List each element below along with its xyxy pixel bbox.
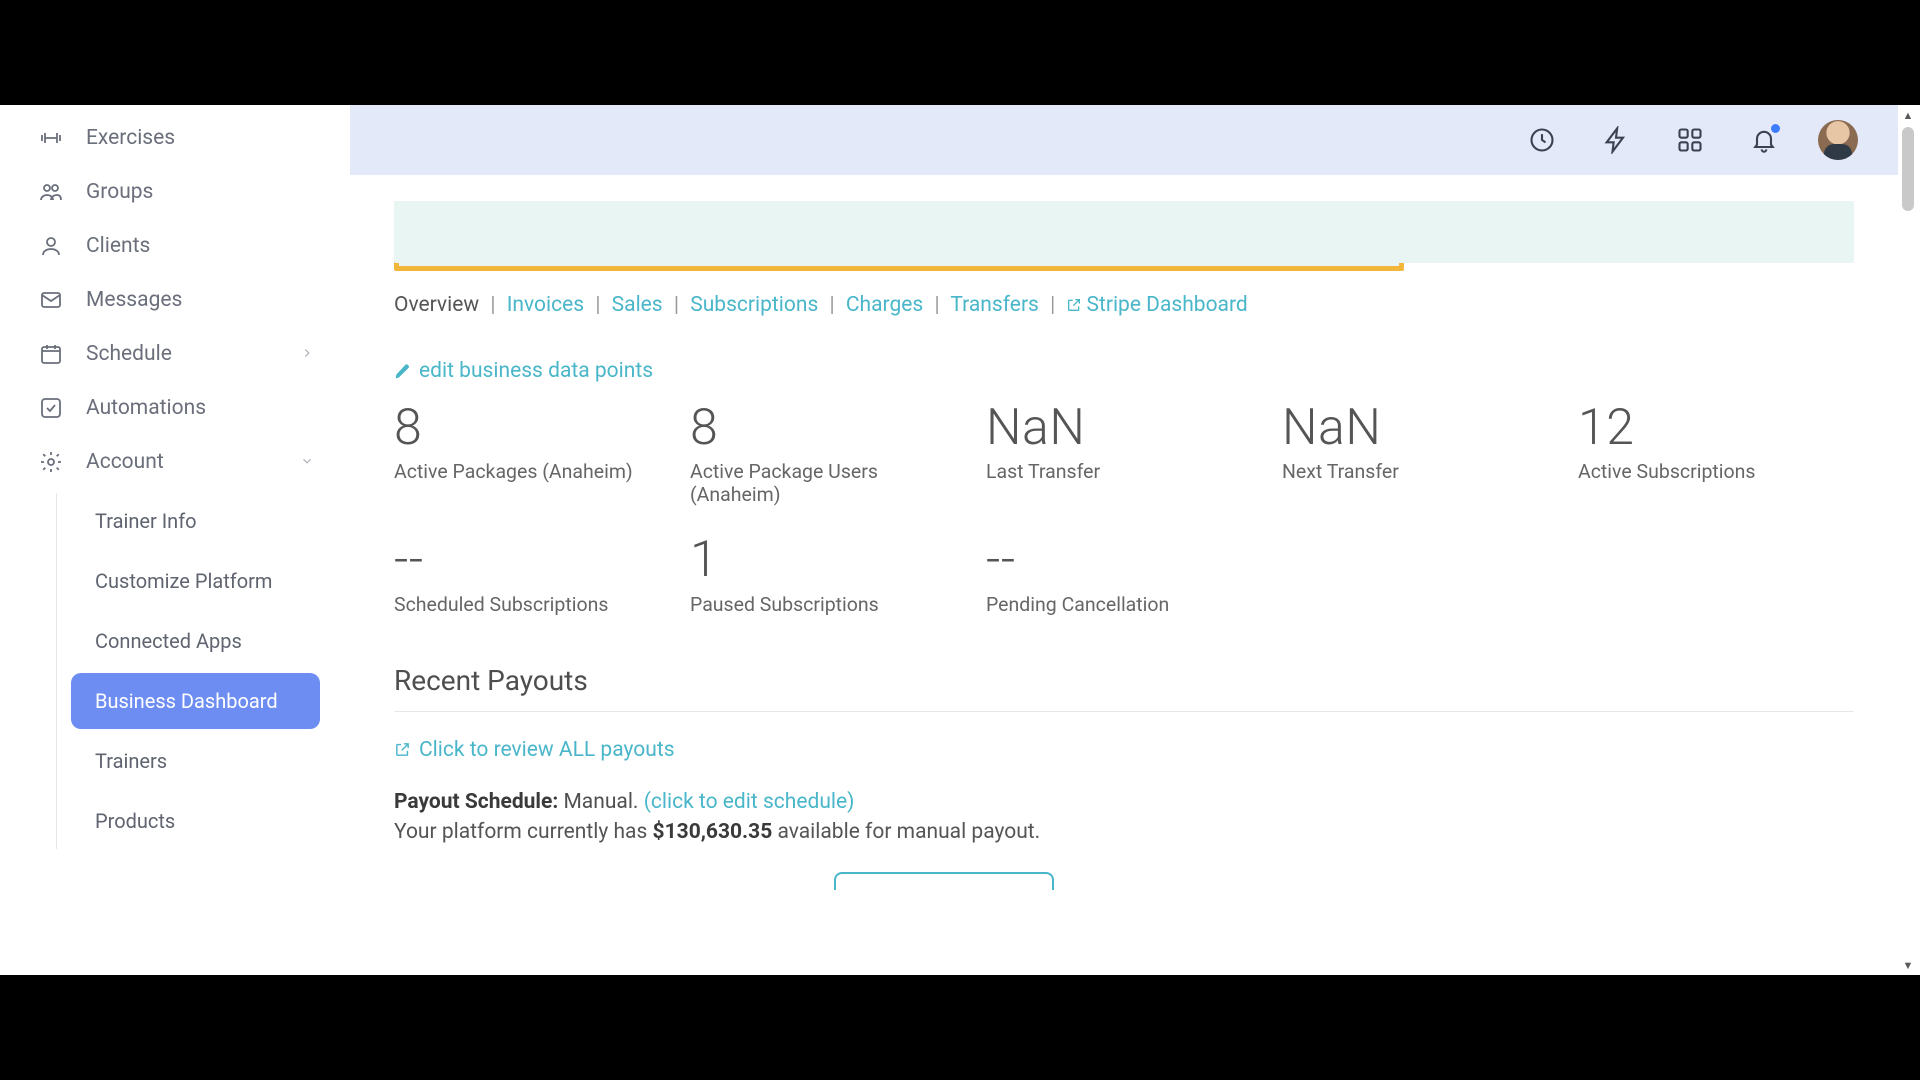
sidebar-item-exercises[interactable]: Exercises bbox=[0, 111, 350, 165]
tab-charges[interactable]: Charges bbox=[846, 293, 923, 317]
tab-overview[interactable]: Overview bbox=[394, 293, 479, 317]
metric-value: NaN bbox=[1282, 402, 1558, 455]
subitem-business-dashboard[interactable]: Business Dashboard bbox=[71, 673, 320, 729]
sidebar-item-groups[interactable]: Groups bbox=[0, 165, 350, 219]
mail-icon bbox=[38, 287, 64, 313]
subitem-trainers[interactable]: Trainers bbox=[71, 733, 320, 789]
apps-grid-icon bbox=[1676, 126, 1704, 154]
subitem-trainer-info[interactable]: Trainer Info bbox=[71, 493, 320, 549]
edit-payout-schedule-link[interactable]: (click to edit schedule) bbox=[644, 790, 855, 814]
metric-value: 8 bbox=[690, 402, 966, 455]
metric-active-subscriptions: 12 Active Subscriptions bbox=[1578, 402, 1854, 507]
metric-next-transfer: NaN Next Transfer bbox=[1282, 402, 1558, 507]
metric-label: Scheduled Subscriptions bbox=[394, 593, 670, 616]
tab-subscriptions[interactable]: Subscriptions bbox=[690, 293, 818, 317]
sidebar-item-clients[interactable]: Clients bbox=[0, 219, 350, 273]
sidebar-item-label: Exercises bbox=[86, 126, 175, 150]
metric-label: Active Package Users (Anaheim) bbox=[690, 460, 966, 506]
available-amount: $130,630.35 bbox=[653, 820, 773, 844]
metric-value: 1 bbox=[690, 534, 966, 587]
calendar-icon bbox=[38, 341, 64, 367]
review-all-payouts-link[interactable]: Click to review ALL payouts bbox=[394, 738, 675, 762]
sidebar-item-label: Groups bbox=[86, 180, 153, 204]
clock-icon bbox=[1528, 126, 1556, 154]
metric-value: -- bbox=[394, 534, 670, 587]
scrollbar-up-arrow-icon[interactable]: ▲ bbox=[1898, 105, 1918, 125]
external-link-icon bbox=[394, 741, 411, 758]
metric-pending-cancellation: -- Pending Cancellation bbox=[986, 534, 1262, 616]
account-submenu: Trainer Info Customize Platform Connecte… bbox=[56, 493, 350, 849]
available-for-payout-line: Your platform currently has $130,630.35 … bbox=[394, 820, 1854, 844]
main-content: Any newly added custom metrics are being… bbox=[350, 175, 1898, 975]
subitem-connected-apps[interactable]: Connected Apps bbox=[71, 613, 320, 669]
apps-grid-icon-button[interactable] bbox=[1670, 120, 1710, 160]
notification-dot bbox=[1771, 124, 1780, 133]
dumbbell-icon bbox=[38, 125, 64, 151]
alert-background-strip bbox=[394, 201, 1854, 263]
person-icon bbox=[38, 233, 64, 259]
metric-active-package-users: 8 Active Package Users (Anaheim) bbox=[690, 402, 966, 507]
letterbox-bottom bbox=[0, 975, 1920, 1080]
payout-schedule-label: Payout Schedule: bbox=[394, 790, 558, 814]
metric-value: NaN bbox=[986, 402, 1262, 455]
metric-label: Next Transfer bbox=[1282, 460, 1558, 483]
metric-last-transfer: NaN Last Transfer bbox=[986, 402, 1262, 507]
topbar bbox=[350, 105, 1898, 175]
tab-transfers[interactable]: Transfers bbox=[950, 293, 1038, 317]
sidebar-item-account[interactable]: Account bbox=[0, 435, 350, 489]
tab-invoices[interactable]: Invoices bbox=[507, 293, 584, 317]
section-divider bbox=[394, 711, 1854, 712]
lightning-icon bbox=[1602, 126, 1630, 154]
metric-paused-subscriptions: 1 Paused Subscriptions bbox=[690, 534, 966, 616]
metric-scheduled-subscriptions: -- Scheduled Subscriptions bbox=[394, 534, 670, 616]
sidebar-item-label: Messages bbox=[86, 288, 182, 312]
chevron-down-icon bbox=[300, 450, 314, 474]
lightning-icon-button[interactable] bbox=[1596, 120, 1636, 160]
scrollbar-thumb[interactable] bbox=[1902, 127, 1914, 211]
payout-schedule-line: Payout Schedule: Manual. (click to edit … bbox=[394, 790, 1854, 814]
subnav-tabs: Overview | Invoices | Sales | Subscripti… bbox=[394, 293, 1854, 319]
sidebar-item-automations[interactable]: Automations bbox=[0, 381, 350, 435]
vertical-scrollbar[interactable]: ▲ ▼ bbox=[1898, 105, 1918, 975]
metric-value: -- bbox=[986, 534, 1262, 587]
metric-label: Active Packages (Anaheim) bbox=[394, 460, 670, 483]
sidebar-item-label: Account bbox=[86, 450, 164, 474]
sidebar: Exercises Groups Clients Messages Schedu… bbox=[0, 105, 350, 975]
scrollbar-down-arrow-icon[interactable]: ▼ bbox=[1898, 955, 1918, 975]
clock-icon-button[interactable] bbox=[1522, 120, 1562, 160]
sidebar-item-label: Automations bbox=[86, 396, 206, 420]
sidebar-item-schedule[interactable]: Schedule bbox=[0, 327, 350, 381]
edit-business-data-points-link[interactable]: edit business data points bbox=[394, 359, 653, 383]
app-viewport: Exercises Groups Clients Messages Schedu… bbox=[0, 105, 1920, 975]
metric-label: Active Subscriptions bbox=[1578, 460, 1854, 483]
metric-value: 12 bbox=[1578, 402, 1854, 455]
metric-label: Last Transfer bbox=[986, 460, 1262, 483]
letterbox-top bbox=[0, 0, 1920, 105]
recent-payouts-heading: Recent Payouts bbox=[394, 664, 1854, 697]
checkbox-icon bbox=[38, 395, 64, 421]
metric-value: 8 bbox=[394, 402, 670, 455]
subitem-customize-platform[interactable]: Customize Platform bbox=[71, 553, 320, 609]
metrics-grid: 8 Active Packages (Anaheim) 8 Active Pac… bbox=[394, 402, 1854, 616]
partial-button-top-edge[interactable] bbox=[834, 872, 1054, 890]
avatar[interactable] bbox=[1818, 120, 1858, 160]
metric-active-packages: 8 Active Packages (Anaheim) bbox=[394, 402, 670, 507]
sidebar-item-label: Clients bbox=[86, 234, 150, 258]
chevron-right-icon bbox=[300, 342, 314, 366]
pencil-icon bbox=[394, 363, 411, 380]
tab-stripe-dashboard[interactable]: Stripe Dashboard bbox=[1066, 293, 1247, 317]
groups-icon bbox=[38, 179, 64, 205]
external-link-icon bbox=[1066, 295, 1082, 319]
sidebar-item-label: Schedule bbox=[86, 342, 172, 366]
gear-icon bbox=[38, 449, 64, 475]
payout-schedule-value: Manual. bbox=[563, 790, 638, 814]
subitem-products[interactable]: Products bbox=[71, 793, 320, 849]
metric-label: Paused Subscriptions bbox=[690, 593, 966, 616]
sidebar-item-messages[interactable]: Messages bbox=[0, 273, 350, 327]
metric-label: Pending Cancellation bbox=[986, 593, 1262, 616]
notifications-bell-button[interactable] bbox=[1744, 120, 1784, 160]
tab-sales[interactable]: Sales bbox=[612, 293, 663, 317]
